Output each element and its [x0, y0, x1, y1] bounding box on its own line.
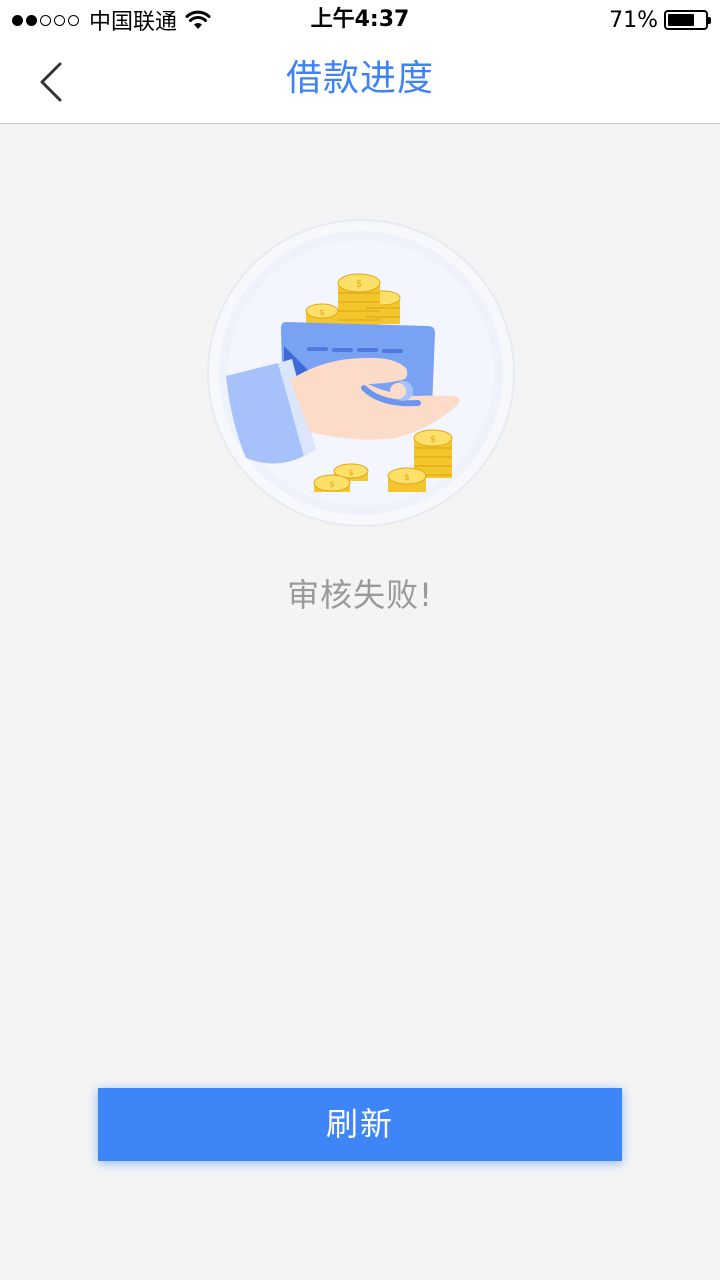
svg-text:$: $	[404, 473, 410, 483]
svg-text:$: $	[356, 279, 362, 290]
svg-text:$: $	[319, 308, 324, 317]
refresh-button[interactable]: 刷新	[98, 1088, 622, 1161]
battery-percent: 71%	[609, 7, 658, 33]
status-bar: 中国联通 上午4:37 71%	[0, 0, 720, 40]
page-title: 借款进度	[285, 58, 434, 99]
svg-text:$: $	[348, 468, 353, 477]
hand-with-card-and-coins-illustration: $ $ $ $ $ $	[207, 219, 515, 527]
navigation-bar: 借款进度	[0, 40, 720, 124]
status-right: 71%	[609, 6, 711, 34]
battery-fill	[668, 14, 694, 26]
svg-text:$: $	[430, 435, 436, 445]
svg-text:$: $	[329, 480, 334, 489]
battery-icon	[664, 10, 711, 30]
review-status-message: 审核失败!	[287, 576, 433, 614]
battery-tip	[708, 17, 711, 24]
